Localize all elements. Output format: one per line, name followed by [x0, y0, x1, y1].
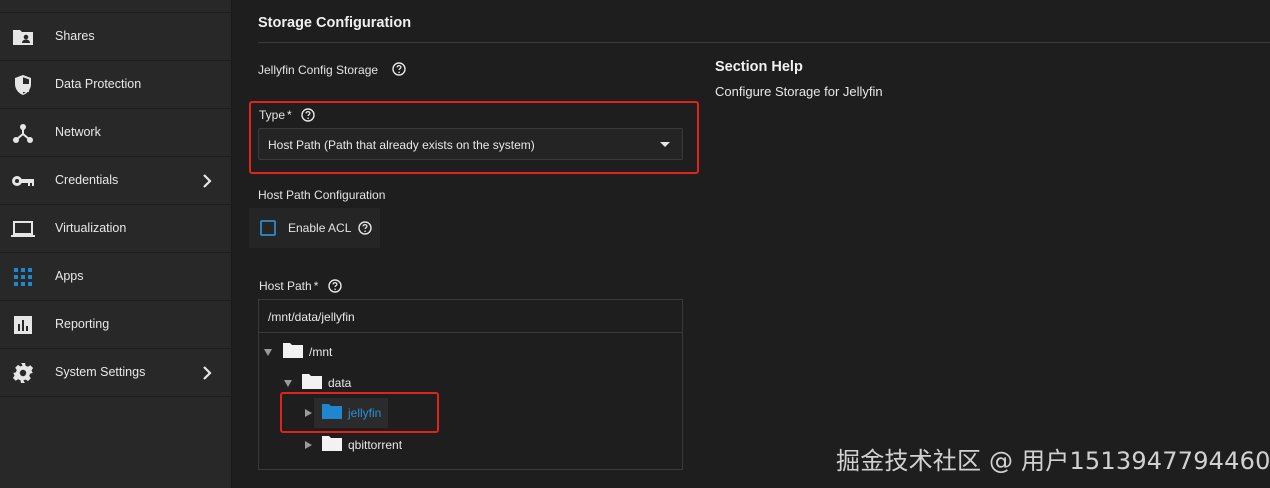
bar-chart-icon	[11, 313, 35, 337]
enable-acl-label: Enable ACL	[288, 221, 352, 235]
sidebar-item-system-settings[interactable]: System Settings	[0, 349, 232, 397]
section-title: Storage Configuration	[258, 15, 412, 31]
tree-node-label: qbittorrent	[348, 438, 403, 452]
chevron-right-icon	[199, 172, 215, 190]
sidebar-item-shares[interactable]: Shares	[0, 13, 232, 61]
watermark: 掘金技术社区 @ 用户1513947794460	[836, 447, 1270, 475]
network-hub-icon	[11, 121, 35, 145]
sidebar-item-credentials[interactable]: Credentials	[0, 157, 232, 205]
divider	[258, 42, 1270, 43]
folder-user-icon	[11, 25, 35, 49]
help-icon[interactable]	[392, 62, 406, 76]
sidebar: Shares Data Protection Network Credentia…	[0, 0, 232, 488]
host-path-value: /mnt/data/jellyfin	[268, 310, 355, 324]
section-help-text: Configure Storage for Jellyfin	[715, 84, 883, 99]
sidebar-item-label: System Settings	[55, 365, 146, 379]
config-storage-label: Jellyfin Config Storage	[258, 63, 379, 77]
shield-icon	[11, 73, 35, 97]
tree-node-data[interactable]: data	[284, 372, 351, 394]
required-mark: *	[313, 279, 319, 293]
sidebar-item-label: Shares	[55, 29, 95, 43]
sidebar-item-label: Apps	[55, 269, 84, 283]
key-icon	[11, 169, 35, 193]
gear-icon	[11, 361, 35, 385]
tree-node-mnt[interactable]: /mnt	[264, 341, 332, 363]
sidebar-item-data-protection[interactable]: Data Protection	[0, 61, 232, 109]
sidebar-item-label: Network	[55, 125, 101, 139]
folder-icon	[322, 435, 342, 456]
host-path-input[interactable]: /mnt/data/jellyfin	[258, 299, 683, 333]
tree-node-label: data	[328, 376, 352, 390]
folder-icon	[283, 342, 303, 363]
highlight-box-type	[249, 101, 699, 174]
chevron-right-icon	[199, 364, 215, 382]
help-icon[interactable]	[328, 279, 342, 293]
collapsed-arrow-icon[interactable]	[305, 441, 312, 449]
sidebar-item-label: Reporting	[55, 317, 110, 331]
sidebar-item-apps[interactable]: Apps	[0, 253, 232, 301]
sidebar-item-label: Data Protection	[55, 77, 142, 91]
enable-acl-checkbox[interactable]	[260, 220, 276, 236]
sidebar-item-label: Credentials	[55, 173, 119, 187]
tree-node-qbittorrent[interactable]: qbittorrent	[305, 434, 402, 456]
highlight-box-jellyfin	[280, 392, 439, 433]
host-path-config-label: Host Path Configuration	[258, 188, 386, 202]
tree-node-label: /mnt	[309, 345, 333, 359]
sidebar-item-virtualization[interactable]: Virtualization	[0, 205, 232, 253]
sidebar-item-label: Virtualization	[55, 221, 127, 235]
help-icon[interactable]	[358, 221, 372, 235]
expanded-arrow-icon[interactable]	[284, 379, 292, 387]
folder-icon	[302, 373, 322, 394]
expanded-arrow-icon[interactable]	[264, 348, 272, 356]
sidebar-item-reporting[interactable]: Reporting	[0, 301, 232, 349]
apps-grid-icon	[11, 265, 35, 289]
host-path-label: Host Path *	[259, 279, 319, 293]
laptop-icon	[11, 217, 35, 241]
section-help-title: Section Help	[715, 59, 803, 75]
sidebar-item-network[interactable]: Network	[0, 109, 232, 157]
